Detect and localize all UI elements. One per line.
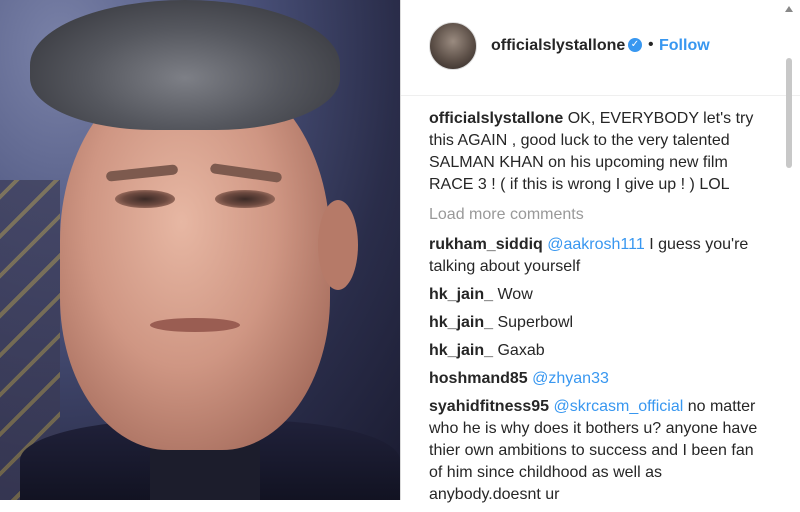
scrollbar[interactable] [785,0,795,500]
list-item: hk_jain_ Superbowl [429,312,769,334]
comment-text: Gaxab [493,342,545,359]
avatar[interactable] [429,22,477,70]
comment-username[interactable]: hk_jain_ [429,286,493,303]
comment-mention[interactable]: @skrcasm_official [554,398,684,415]
hair-shape [30,0,340,130]
post-side-panel: officialslystallone ✓ • Follow officials… [400,0,800,503]
scrollbar-thumb[interactable] [786,58,792,168]
comment-mention[interactable]: @zhyan33 [532,370,609,387]
post-username[interactable]: officialslystallone [491,37,625,55]
verified-badge-icon: ✓ [628,38,642,52]
comments-list: officialslystallone OK, EVERYBODY let's … [429,108,769,512]
load-more-comments-button[interactable]: Load more comments [429,204,769,226]
list-item: hoshmand85 @zhyan33 [429,368,769,390]
caption-username[interactable]: officialslystallone [429,110,563,127]
left-eye [115,190,175,208]
right-eye [215,190,275,208]
comment-username[interactable]: rukham_siddiq [429,236,543,253]
ear-shape [318,200,358,290]
list-item: hk_jain_ Wow [429,284,769,306]
list-item: hk_jain_ Gaxab [429,340,769,362]
comment-username[interactable]: hk_jain_ [429,342,493,359]
list-item: rukham_siddiq @aakrosh111 I guess you're… [429,234,769,278]
comment-username[interactable]: hoshmand85 [429,370,528,387]
follow-button[interactable]: Follow [659,37,710,55]
comment-username[interactable]: syahidfitness95 [429,398,549,415]
mouth-shape [150,318,240,332]
caption: officialslystallone OK, EVERYBODY let's … [429,108,769,196]
list-item: syahidfitness95 @skrcasm_official no mat… [429,396,769,506]
separator-dot: • [648,36,654,53]
post-header: officialslystallone ✓ • Follow [401,0,800,96]
scroll-up-arrow-icon[interactable] [785,6,793,12]
comment-text: Wow [493,286,533,303]
comment-mention[interactable]: @aakrosh111 [547,236,644,253]
post-photo [0,0,400,500]
comment-username[interactable]: hk_jain_ [429,314,493,331]
comment-text: Superbowl [493,314,574,331]
